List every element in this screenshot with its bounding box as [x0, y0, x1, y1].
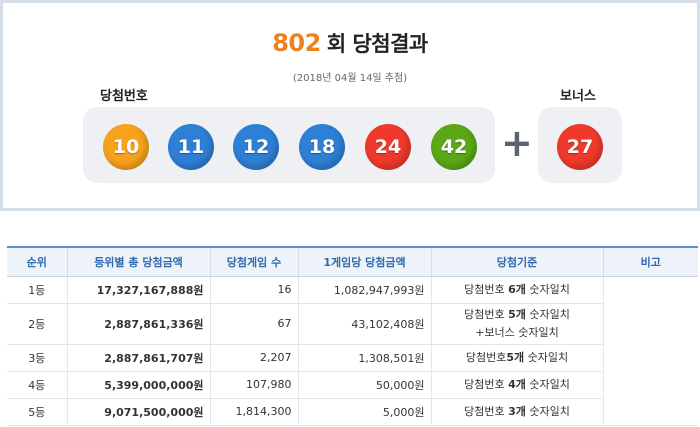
- criteria-cell: 당첨번호 6개 숫자일치: [430, 276, 603, 304]
- rank-cell: 4등: [7, 371, 67, 399]
- criteria-text: 숫자일치: [524, 350, 569, 364]
- criteria-text: 숫자일치: [525, 377, 570, 391]
- rank-cell: 5등: [7, 398, 67, 426]
- lotto-ball-1: 10: [103, 124, 149, 170]
- table-header-row: 순위 등위별 총 당첨금액 당첨게임 수 1게임당 당첨금액 당첨기준 비고: [7, 246, 698, 277]
- table-row: 5등 9,071,500,000원 1,814,300 5,000원 당첨번호 …: [7, 398, 698, 426]
- total-prize-cell: 2,887,861,336원: [66, 303, 210, 345]
- bonus-ball: 27: [557, 124, 603, 170]
- total-prize-cell: 9,071,500,000원: [66, 398, 210, 426]
- lotto-ball-6: 42: [431, 124, 477, 170]
- bonus-number-box: 27: [538, 107, 622, 183]
- lotto-ball-2: 11: [168, 124, 214, 170]
- table-row: 2등 2,887,861,336원 67 43,102,408원 당첨번호 5개…: [7, 303, 698, 345]
- criteria-text: 당첨번호: [464, 307, 509, 321]
- criteria-cell: 당첨번호5개 숫자일치: [430, 344, 603, 372]
- criteria-count: 6개: [508, 282, 526, 296]
- winning-games-cell: 107,980: [209, 371, 298, 399]
- header-criteria: 당첨기준: [430, 246, 603, 277]
- rank-cell: 2등: [7, 303, 67, 345]
- total-prize-cell: 5,399,000,000원: [66, 371, 210, 399]
- total-prize-cell: 2,887,861,707원: [66, 344, 210, 372]
- criteria-count: 5개: [508, 307, 526, 321]
- criteria-count: 3개: [508, 404, 526, 418]
- winning-games-cell: 1,814,300: [209, 398, 298, 426]
- winning-games-cell: 16: [209, 276, 298, 304]
- prize-per-game-cell: 50,000원: [297, 371, 431, 399]
- criteria-cell: 당첨번호 3개 숫자일치: [430, 398, 603, 426]
- draw-number: 802: [272, 29, 321, 57]
- remarks-cell: [602, 276, 698, 426]
- prize-per-game-cell: 5,000원: [297, 398, 431, 426]
- criteria-text: 당첨번호: [464, 404, 509, 418]
- header-prize-per-game: 1게임당 당첨금액: [297, 246, 431, 277]
- criteria-text: 당첨번호: [464, 282, 509, 296]
- table-row: 1등 17,327,167,888원 16 1,082,947,993원 당첨번…: [7, 276, 698, 426]
- table-row: 3등 2,887,861,707원 2,207 1,308,501원 당첨번호5…: [7, 344, 698, 372]
- header-winning-games: 당첨게임 수: [209, 246, 298, 277]
- lotto-ball-5: 24: [365, 124, 411, 170]
- criteria-cell: 당첨번호 5개 숫자일치 +보너스 숫자일치: [430, 303, 603, 345]
- criteria-count: 5개: [506, 350, 525, 364]
- winning-numbers-label: 당첨번호: [100, 89, 148, 104]
- lotto-ball-3: 12: [233, 124, 279, 170]
- winning-numbers-box: 10 11 12 18 24 42: [83, 107, 495, 183]
- criteria-count: 4개: [508, 377, 526, 391]
- table-row: 4등 5,399,000,000원 107,980 50,000원 당첨번호 4…: [7, 371, 698, 399]
- lotto-ball-4: 18: [299, 124, 345, 170]
- rank-cell: 3등: [7, 344, 67, 372]
- draw-title-suffix: 회 당첨결과: [326, 32, 428, 56]
- criteria-text: 당첨번호: [465, 350, 507, 364]
- bonus-number-label: 보너스: [560, 89, 596, 104]
- rank-cell: 1등: [7, 276, 67, 304]
- header-total-prize: 등위별 총 당첨금액: [66, 246, 210, 277]
- draw-date: (2018년 04월 14일 추첨): [292, 73, 408, 84]
- criteria-bonus-text: +보너스 숫자일치: [475, 325, 559, 339]
- draw-result-card: 802 회 당첨결과 (2018년 04월 14일 추첨) 당첨번호 보너스 10…: [0, 0, 700, 211]
- criteria-text: 숫자일치: [525, 307, 570, 321]
- prize-per-game-cell: 1,082,947,993원: [297, 276, 431, 304]
- winning-games-cell: 2,207: [209, 344, 298, 372]
- criteria-text: 숫자일치: [525, 404, 570, 418]
- prize-table: 순위 등위별 총 당첨금액 당첨게임 수 1게임당 당첨금액 당첨기준 비고 1…: [7, 246, 698, 426]
- criteria-text: 당첨번호: [464, 377, 509, 391]
- header-remarks: 비고: [602, 246, 698, 277]
- plus-icon: +: [501, 121, 533, 165]
- header-rank: 순위: [7, 246, 67, 277]
- winning-games-cell: 67: [209, 303, 298, 345]
- prize-per-game-cell: 1,308,501원: [297, 344, 431, 372]
- prize-per-game-cell: 43,102,408원: [297, 303, 431, 345]
- criteria-text: 숫자일치: [525, 282, 570, 296]
- total-prize-cell: 17,327,167,888원: [66, 276, 210, 304]
- criteria-cell: 당첨번호 4개 숫자일치: [430, 371, 603, 399]
- draw-title: 802 회 당첨결과: [3, 28, 697, 58]
